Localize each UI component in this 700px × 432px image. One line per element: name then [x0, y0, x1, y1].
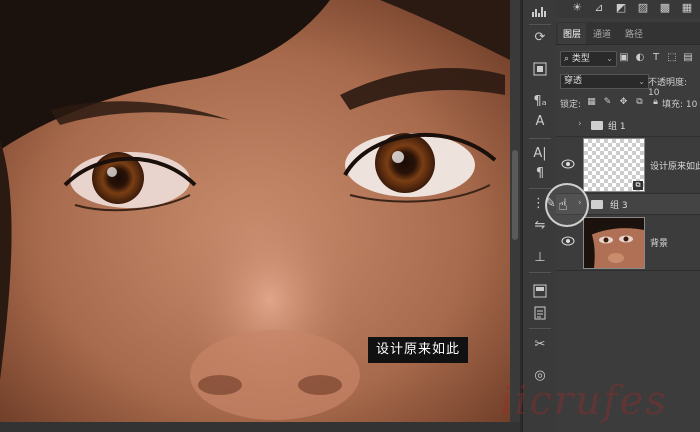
- hand-cursor-icon: ☝: [558, 195, 568, 214]
- layer-name: 组 1: [608, 122, 626, 132]
- blend-mode-select[interactable]: 穿透 ⌄: [560, 74, 649, 89]
- shape-filter-icon[interactable]: ⬚: [666, 51, 678, 65]
- layer-name: 组 3: [610, 201, 628, 211]
- lock-move-icon[interactable]: ✥: [618, 96, 629, 108]
- fill-field[interactable]: 填充: 10: [662, 97, 697, 110]
- lock-brush-icon[interactable]: ✎: [602, 96, 613, 108]
- layer-filter-select[interactable]: ⌕ 类型 ⌄: [560, 51, 617, 67]
- opacity-label: 不透明度:: [648, 78, 688, 88]
- tab-channels[interactable]: 通道: [588, 25, 616, 42]
- chevron-right-icon[interactable]: ›: [578, 119, 582, 129]
- horizontal-scrollbar[interactable]: [0, 422, 520, 432]
- 3d-rotate-icon[interactable]: ⟳: [532, 30, 548, 46]
- folder-icon: [591, 200, 603, 209]
- search-icon: ⌕: [564, 54, 570, 64]
- layer-thumbnail: ⧉: [583, 138, 645, 192]
- resize-icon[interactable]: [532, 62, 548, 78]
- text-style-icon[interactable]: ¶ₐ: [532, 94, 548, 110]
- tab-layers[interactable]: 图层: [558, 23, 587, 44]
- layers-icon[interactable]: [532, 284, 548, 300]
- text-icon[interactable]: A|: [532, 146, 548, 162]
- lock-label: 锁定:: [560, 100, 582, 110]
- folder-icon: [591, 121, 603, 130]
- type-filter-icon[interactable]: T: [650, 51, 662, 65]
- chevron-down-icon: ⌄: [638, 77, 645, 86]
- chevron-down-icon: ⌄: [606, 54, 613, 63]
- smart-object-filter-icon[interactable]: ▤: [682, 51, 694, 65]
- exposure-icon[interactable]: ◩: [614, 1, 628, 14]
- scissors-icon[interactable]: ✂: [532, 337, 548, 353]
- lock-transparent-icon[interactable]: ▦: [586, 96, 597, 108]
- layer-name-tooltip: 设计原来如此: [368, 337, 469, 363]
- paragraph-icon[interactable]: ¶: [532, 166, 548, 182]
- document-icon[interactable]: [532, 306, 548, 322]
- watermark: iicrufes: [500, 378, 668, 424]
- blend-mode-value: 穿透: [564, 76, 583, 86]
- stamp-icon[interactable]: ⊥: [532, 250, 548, 266]
- filter-kind-label: 类型: [571, 54, 590, 64]
- layer-thumbnail: [583, 217, 645, 269]
- eye-icon[interactable]: [561, 236, 575, 248]
- fill-value[interactable]: 10: [686, 100, 697, 110]
- layer-name: 设计原来如此: [650, 162, 700, 172]
- fill-label: 填充:: [662, 100, 684, 110]
- color-lookup-icon[interactable]: ▦: [680, 1, 694, 14]
- scrollbar-thumb[interactable]: [512, 150, 518, 240]
- adjustment-swatch-strip: ☀ ⊿ ◩ ▨ ▩ ▦: [556, 0, 700, 18]
- visibility-toggle-hidden[interactable]: ◉: [561, 119, 575, 131]
- lock-all-icon[interactable]: 🔒︎: [650, 96, 661, 108]
- eye-icon[interactable]: [561, 159, 575, 171]
- curves-icon[interactable]: ⊿: [592, 1, 606, 14]
- layer-name: 背景: [650, 239, 669, 249]
- adjustment-filter-icon[interactable]: ◐: [634, 51, 646, 65]
- adjust-icon[interactable]: ⇋: [532, 218, 548, 234]
- brightness-icon[interactable]: ☀: [570, 1, 584, 14]
- pixel-filter-icon[interactable]: ▣: [618, 51, 630, 65]
- selective-color-icon[interactable]: ▩: [658, 1, 672, 14]
- smart-object-badge-icon: ⧉: [633, 181, 643, 190]
- gradient-map-icon[interactable]: ▨: [636, 1, 650, 14]
- opacity-field[interactable]: 不透明度: 10: [648, 75, 700, 98]
- layer-row-group-1[interactable]: ◉ › 组 1: [556, 114, 700, 137]
- character-icon[interactable]: A: [532, 114, 548, 130]
- vertical-scrollbar[interactable]: [510, 0, 520, 422]
- tab-paths[interactable]: 路径: [620, 25, 648, 42]
- panel-tabs: 图层 通道 路径: [556, 22, 700, 45]
- lock-artboard-icon[interactable]: ⧉: [634, 96, 645, 108]
- histogram-icon[interactable]: [532, 5, 548, 21]
